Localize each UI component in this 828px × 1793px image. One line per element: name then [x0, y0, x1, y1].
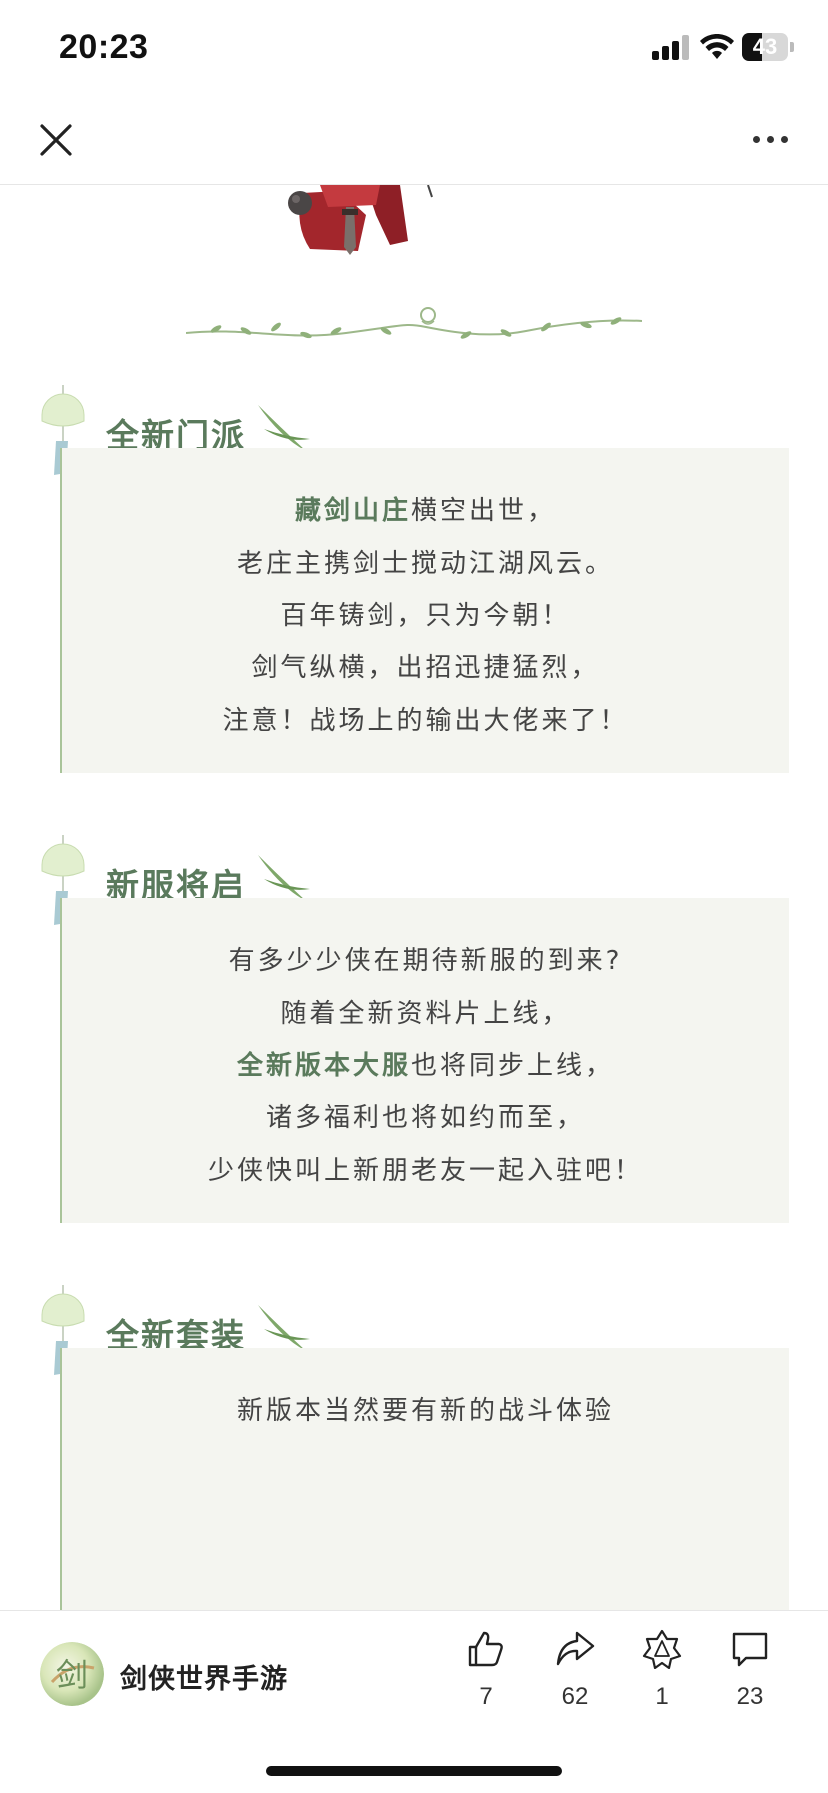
- share-count: 62: [561, 1683, 589, 1710]
- section-card: 有多少少侠在期待新服的到来? 随着全新资料片上线， 全新版本大服也将同步上线， …: [60, 898, 789, 1223]
- wow-button[interactable]: 1: [622, 1629, 702, 1729]
- comment-count: 23: [736, 1683, 764, 1710]
- section-card: 新版本当然要有新的战斗体验: [60, 1348, 789, 1610]
- card-line: 有多少少侠在期待新服的到来?: [228, 946, 623, 976]
- card-line: 少侠快叫上新朋老友一起入驻吧！: [207, 1156, 643, 1186]
- account-name[interactable]: 剑侠世界手游: [120, 1657, 288, 1696]
- battery-level: 43: [752, 34, 778, 59]
- account-avatar[interactable]: 剑: [40, 1642, 104, 1706]
- section-card: 藏剑山庄横空出世， 老庄主携剑士搅动江湖风云。 百年铸剑，只为今朝！ 剑气纵横，…: [60, 448, 789, 773]
- article-content: 全新门派 藏剑山庄横空出世， 老庄主携剑士搅动江湖风云。 百年铸剑，只为今朝！ …: [0, 185, 828, 1610]
- card-line: 藏剑山庄横空出世，: [294, 496, 557, 526]
- thumbs-up-icon: [468, 1631, 503, 1667]
- avatar-glyph: 剑: [56, 1656, 88, 1694]
- cellular-signal-icon: [652, 34, 692, 60]
- character-illustration: [288, 185, 433, 255]
- card-line: 全新版本大服也将同步上线，: [236, 1051, 615, 1081]
- more-icon[interactable]: [748, 130, 794, 150]
- card-line: 百年铸剑，只为今朝！: [280, 601, 571, 631]
- wifi-icon: [700, 34, 734, 59]
- share-icon: [556, 1631, 595, 1666]
- like-count: 7: [479, 1683, 493, 1710]
- wow-star-icon: [642, 1629, 682, 1669]
- vine-divider: [186, 307, 642, 339]
- card-line: 新版本当然要有新的战斗体验: [236, 1396, 614, 1426]
- like-button[interactable]: 7: [446, 1629, 526, 1729]
- comment-button[interactable]: 23: [710, 1629, 790, 1729]
- card-line: 随着全新资料片上线，: [280, 999, 571, 1029]
- card-line: 老庄主携剑士搅动江湖风云。: [236, 549, 614, 579]
- status-time: 20:23: [59, 28, 149, 66]
- card-line: 注意！战场上的输出大佬来了！: [222, 706, 629, 736]
- battery-icon: 43: [742, 33, 788, 61]
- comment-icon: [732, 1632, 768, 1667]
- share-button[interactable]: 62: [535, 1629, 615, 1729]
- card-line: 诸多福利也将如约而至，: [265, 1103, 585, 1133]
- home-indicator: [266, 1766, 562, 1776]
- wow-count: 1: [655, 1683, 669, 1710]
- card-line: 剑气纵横，出招迅捷猛烈，: [251, 653, 600, 683]
- battery-tip: [790, 42, 794, 52]
- status-bar: 20:23 43: [0, 0, 828, 96]
- nav-bar: [0, 96, 828, 185]
- close-icon[interactable]: [36, 120, 76, 160]
